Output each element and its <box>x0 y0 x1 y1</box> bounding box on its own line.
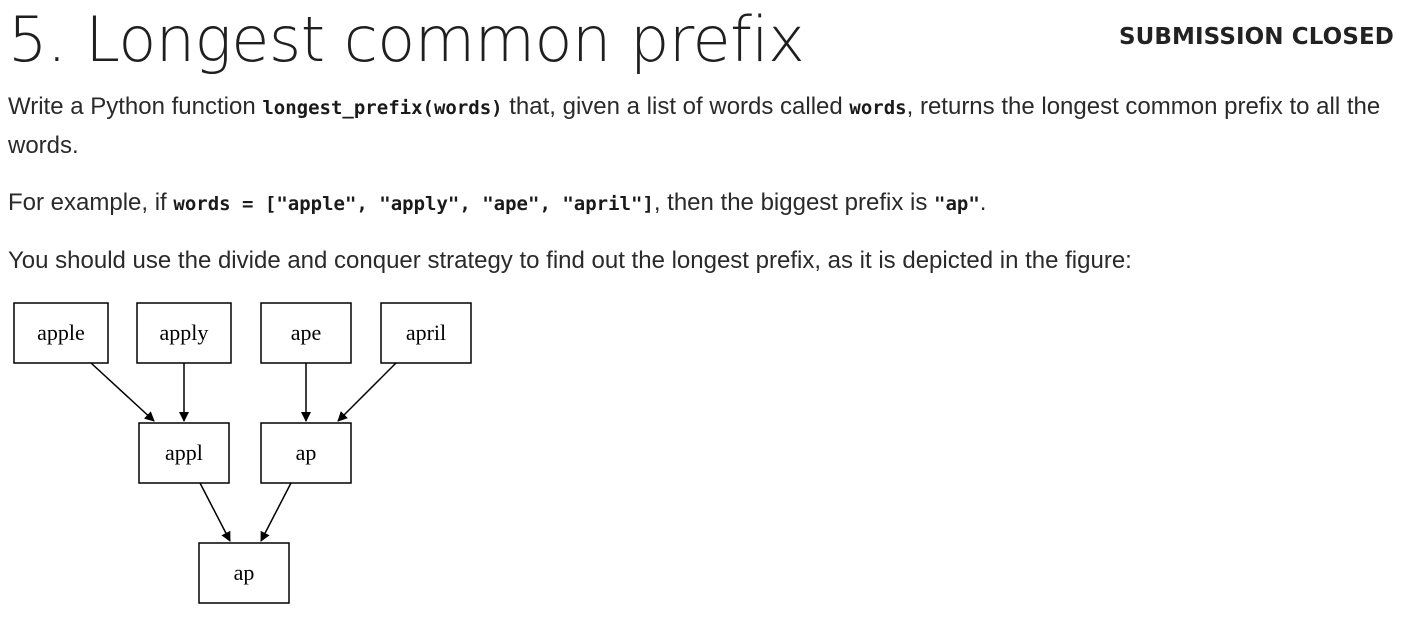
p2-text-after: . <box>979 189 987 216</box>
p1-text-middle: that, given a list of words called <box>502 93 850 120</box>
function-signature-code: longest_prefix(words) <box>262 97 503 119</box>
node-ape: ape <box>260 302 352 364</box>
description-paragraph-2: For example, if words = ["apple", "apply… <box>8 184 1402 223</box>
example-result-code: "ap" <box>934 193 980 215</box>
node-appl-label: appl <box>165 440 203 465</box>
edge-appl-to-ap-final <box>199 482 231 542</box>
node-ap-final: ap <box>198 542 290 604</box>
edge-apple-to-appl <box>90 362 155 422</box>
description-paragraph-1: Write a Python function longest_prefix(w… <box>8 88 1402 165</box>
words-variable-code: words <box>849 97 907 119</box>
node-ap: ap <box>260 422 352 484</box>
page-title: 5. Longest common prefix <box>8 3 805 76</box>
node-appl: appl <box>138 422 230 484</box>
node-ap-final-label: ap <box>234 560 255 585</box>
divide-and-conquer-diagram: apple apply ape april appl ap ap <box>13 302 472 604</box>
example-words-code: words = ["apple", "apply", "ape", "april… <box>173 193 654 215</box>
node-apple: apple <box>13 302 109 364</box>
node-april-label: april <box>406 320 446 345</box>
divide-and-conquer-figure: apple apply ape april appl ap ap <box>0 290 500 617</box>
node-apply: apply <box>136 302 232 364</box>
node-apply-label: apply <box>160 320 209 345</box>
p1-text-before: Write a Python function <box>8 93 263 120</box>
p2-text-middle: , then the biggest prefix is <box>653 189 934 216</box>
p2-text-before: For example, if <box>8 189 174 216</box>
node-ap-label: ap <box>296 440 317 465</box>
node-apple-label: apple <box>37 320 85 345</box>
node-april: april <box>380 302 472 364</box>
edge-ap-to-ap-final <box>260 482 292 542</box>
node-ape-label: ape <box>291 320 322 345</box>
edge-april-to-ap <box>337 362 397 422</box>
submission-status: SUBMISSION CLOSED <box>1118 24 1394 50</box>
description-paragraph-3: You should use the divide and conquer st… <box>8 247 1132 274</box>
